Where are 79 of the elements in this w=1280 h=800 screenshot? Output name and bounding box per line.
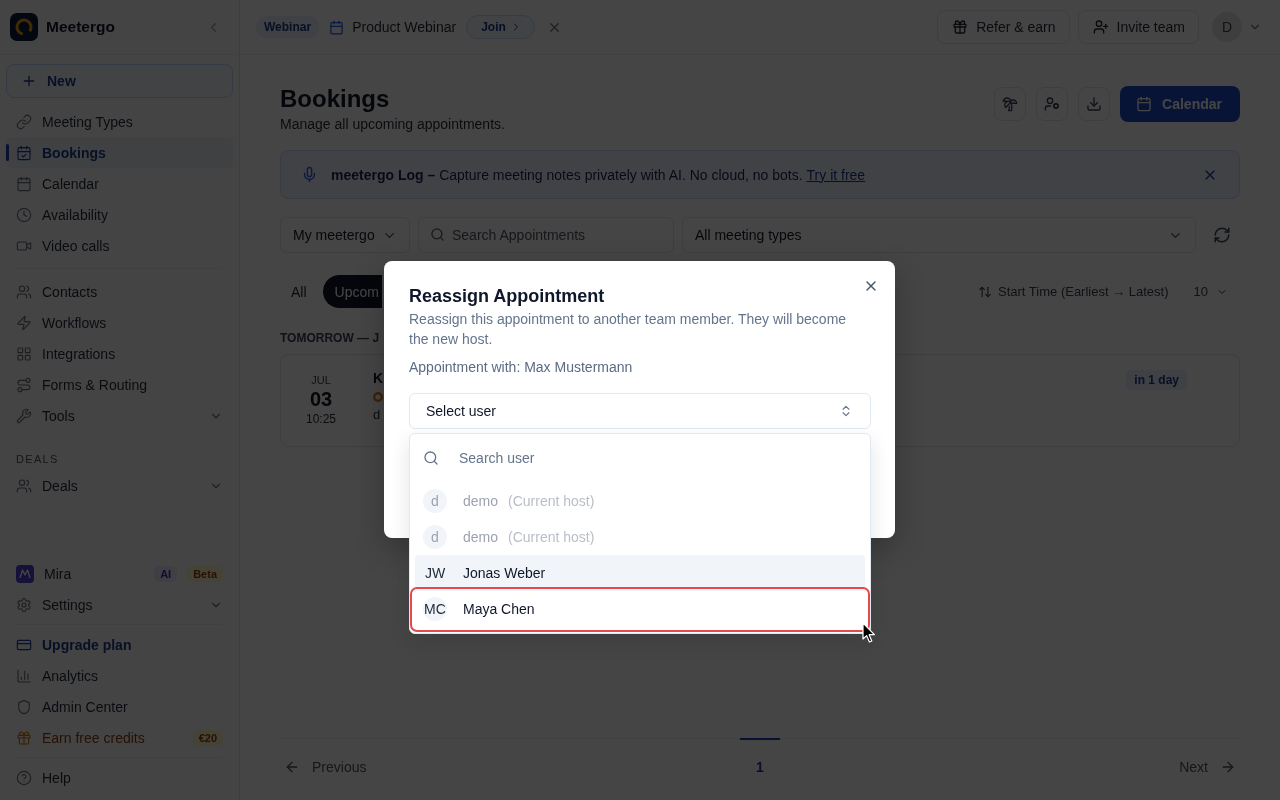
calendar-icon (16, 175, 32, 192)
sidebar-item[interactable]: Deals (6, 470, 233, 501)
app-logo (10, 13, 38, 41)
dialog-description: Reassign this appointment to another team member. They will become the new host. (409, 310, 848, 349)
sidebar-item[interactable]: Forms & Routing (6, 369, 233, 400)
sidebar-item[interactable]: Contacts (6, 276, 233, 307)
sort-icon (978, 284, 993, 299)
download-icon (1086, 96, 1103, 112)
sidebar-item[interactable]: Upgrade plan (6, 629, 233, 660)
user-avatar: d (423, 489, 447, 513)
user-avatar: d (423, 525, 447, 549)
sidebar-item[interactable]: Bookings (6, 137, 233, 168)
shield-icon (16, 698, 32, 715)
invite-button[interactable]: Invite team (1077, 10, 1199, 44)
calendar-check-icon (16, 144, 32, 161)
booking-title: K (373, 369, 384, 387)
bar-chart-icon (16, 667, 32, 684)
palm-tree-button[interactable] (994, 87, 1027, 121)
sidebar-item[interactable]: Availability (6, 199, 233, 230)
search-icon (423, 449, 439, 466)
page-number-button[interactable]: 1 (740, 738, 780, 794)
page-subtitle: Manage all upcoming appointments. (280, 115, 505, 134)
download-button[interactable] (1078, 87, 1111, 121)
user-gear-icon (1044, 96, 1061, 112)
new-button[interactable]: New (6, 64, 233, 98)
try-it-free-link[interactable]: Try it free (806, 166, 866, 183)
calendar-icon (1136, 96, 1153, 112)
sidebar-item[interactable]: Calendar (6, 168, 233, 199)
gift-icon (16, 729, 32, 746)
sidebar-item[interactable]: Help (6, 762, 233, 793)
dialog-title: Reassign Appointment (409, 285, 605, 308)
user-option[interactable]: MC Maya Chen (415, 591, 865, 627)
sidebar-item[interactable]: Tools (6, 400, 233, 431)
users-icon (16, 283, 32, 300)
mira-logo-icon (16, 564, 34, 583)
search-user-field[interactable]: Search user (459, 445, 865, 470)
route-icon (16, 376, 32, 393)
refresh-icon (1213, 226, 1231, 244)
help-icon (16, 769, 32, 786)
app-name: Meetergo (46, 18, 115, 36)
link-icon (16, 113, 32, 130)
plus-icon (21, 73, 37, 89)
join-button[interactable]: Join (466, 15, 535, 39)
sidebar-item[interactable]: Admin Center (6, 691, 233, 722)
page-title: Bookings (280, 84, 390, 114)
booking-host: d (373, 407, 381, 423)
sidebar-item[interactable]: Integrations (6, 338, 233, 369)
filter-tab[interactable]: All (280, 275, 318, 308)
sidebar-item[interactable]: Video calls (6, 230, 233, 261)
lightning-icon (16, 314, 32, 331)
user-settings-button[interactable] (1036, 87, 1069, 121)
grid-icon (16, 345, 32, 362)
search-icon (430, 227, 445, 242)
appointment-info: Appointment with: Max Mustermann (409, 358, 633, 377)
user-plus-icon (1092, 19, 1109, 35)
microphone-icon (301, 166, 318, 183)
users-icon (16, 477, 32, 494)
sidebar-item[interactable]: Meeting Types (6, 106, 233, 137)
filter-tab[interactable]: Upcom (322, 275, 382, 308)
user-option[interactable]: JW Jonas Weber (415, 555, 865, 591)
user-select[interactable]: Select user (409, 393, 871, 429)
settings-icon (16, 596, 32, 613)
workspace-select[interactable]: My meetergo (280, 217, 410, 253)
palm-tree-icon (1002, 96, 1019, 112)
webinar-title: Product Webinar (352, 19, 457, 35)
clock-icon (16, 206, 32, 223)
refer-button[interactable]: Refer & earn (937, 10, 1070, 44)
booking-time: 10:25 (306, 412, 336, 427)
sidebar-item[interactable]: Analytics (6, 660, 233, 691)
user-avatar: MC (423, 597, 447, 621)
gift-icon (952, 19, 969, 35)
sidebar-item[interactable]: Workflows (6, 307, 233, 338)
booking-day: 03 (309, 387, 333, 412)
banner-text: meetergo Log – Capture meeting notes privately with AI. No cloud, no bots. Try it free (331, 166, 866, 183)
sidebar-item[interactable]: Settings (6, 589, 233, 620)
calendar-icon (329, 19, 345, 35)
ring-icon (373, 392, 383, 402)
wrench-icon (16, 407, 32, 424)
meeting-type-select[interactable]: All meeting types (682, 217, 1196, 253)
